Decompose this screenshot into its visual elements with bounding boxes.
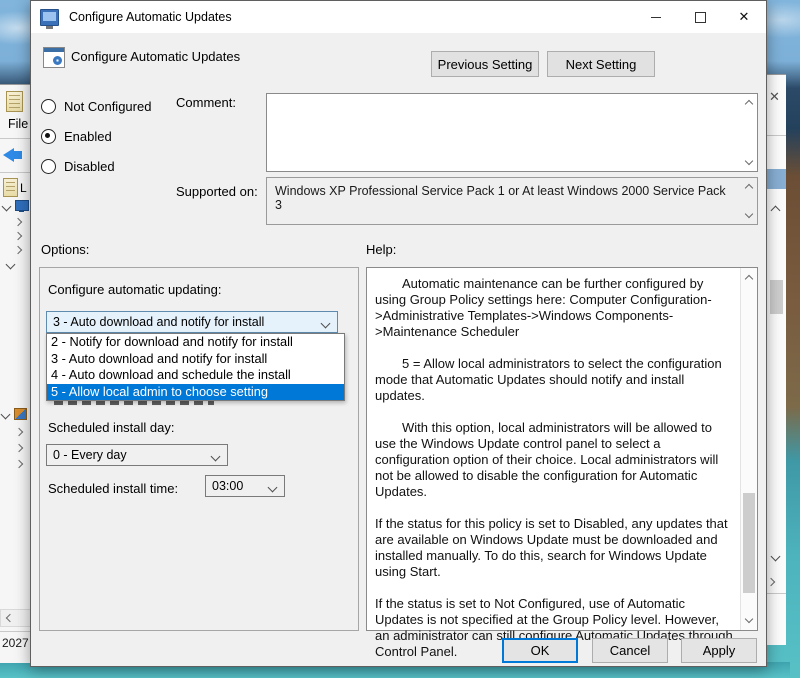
next-setting-button[interactable]: Next Setting <box>547 51 655 77</box>
background-window-left: File L 2027 s <box>0 84 30 663</box>
component-node-icon <box>14 408 27 420</box>
chevron-left-icon[interactable] <box>6 614 14 622</box>
chevron-down-icon[interactable] <box>1 410 11 420</box>
comment-label: Comment: <box>176 95 236 110</box>
chevron-up-icon[interactable] <box>745 184 753 192</box>
cancel-button[interactable]: Cancel <box>592 638 668 663</box>
computer-node-icon <box>15 200 29 211</box>
combobox-value: 0 - Every day <box>53 448 127 462</box>
chevron-right-icon[interactable] <box>14 218 22 226</box>
minimize-icon <box>651 17 661 18</box>
install-day-combobox[interactable]: 0 - Every day <box>46 444 228 466</box>
statusbar-divider <box>0 631 30 632</box>
maximize-icon <box>695 12 706 23</box>
radio-circle-icon <box>41 159 56 174</box>
chevron-up-icon[interactable] <box>745 275 753 283</box>
gpedit-app-icon <box>40 9 59 26</box>
chevron-down-icon <box>211 452 221 462</box>
supported-on-field: Windows XP Professional Service Pack 1 o… <box>266 177 758 225</box>
configure-updating-dropdown: 2 - Notify for download and notify for i… <box>46 333 345 401</box>
background-window-right: ✕ <box>765 74 786 645</box>
scroll-document-icon <box>6 91 23 112</box>
tree-item-label: L <box>20 181 27 195</box>
combobox-value: 3 - Auto download and notify for install <box>53 315 264 329</box>
combobox-value: 03:00 <box>212 479 243 493</box>
chevron-right-icon[interactable] <box>15 444 23 452</box>
chevron-down-icon[interactable] <box>2 202 12 212</box>
chevron-right-icon[interactable] <box>14 232 22 240</box>
policy-settings-dialog: Configure Automatic Updates ✕ Configure … <box>30 0 767 667</box>
scroll-document-icon <box>3 178 18 197</box>
install-time-label: Scheduled install time: <box>48 481 178 496</box>
scrollbar-thumb[interactable] <box>743 493 755 593</box>
help-text: Automatic maintenance can be further con… <box>375 276 733 676</box>
chevron-right-icon[interactable] <box>15 428 23 436</box>
scrollbar-thumb[interactable] <box>770 280 783 314</box>
radio-circle-icon <box>41 99 56 114</box>
setting-name: Configure Automatic Updates <box>71 49 240 64</box>
dropdown-option[interactable]: 4 - Auto download and schedule the insta… <box>47 367 344 384</box>
toolbar-divider <box>0 138 30 139</box>
radio-enabled[interactable]: Enabled <box>41 129 112 144</box>
chevron-down-icon[interactable] <box>6 260 16 270</box>
dropdown-option[interactable]: 2 - Notify for download and notify for i… <box>47 334 344 351</box>
help-section-label: Help: <box>366 242 396 257</box>
chevron-down-icon[interactable] <box>745 615 753 623</box>
chevron-down-icon[interactable] <box>745 157 753 165</box>
statusbar-divider <box>765 593 786 594</box>
apply-button[interactable]: Apply <box>681 638 757 663</box>
supported-on-label: Supported on: <box>176 184 258 199</box>
policy-setting-icon <box>43 47 65 68</box>
dropdown-option[interactable]: 3 - Auto download and notify for install <box>47 351 344 368</box>
configure-updating-label: Configure automatic updating: <box>48 282 221 297</box>
radio-label: Enabled <box>64 129 112 144</box>
chevron-right-icon[interactable] <box>14 246 22 254</box>
help-paragraph: With this option, local administrators w… <box>375 420 733 500</box>
chevron-down-icon[interactable] <box>771 552 781 562</box>
comment-input[interactable] <box>269 96 741 170</box>
selected-row-highlight <box>765 169 786 189</box>
help-paragraph: If the status for this policy is set to … <box>375 516 733 580</box>
options-section-label: Options: <box>41 242 89 257</box>
help-paragraph: 5 = Allow local administrators to select… <box>375 356 733 404</box>
options-panel: Configure automatic updating: 3 - Auto d… <box>39 267 359 631</box>
close-icon: ✕ <box>739 9 750 25</box>
radio-circle-checked-icon <box>41 129 56 144</box>
help-scrollbar[interactable] <box>740 268 757 630</box>
comment-field <box>266 93 758 172</box>
chevron-down-icon <box>321 319 331 329</box>
help-paragraph: Automatic maintenance can be further con… <box>375 276 733 340</box>
chevron-down-icon <box>268 483 278 493</box>
horizontal-scrollbar[interactable] <box>0 609 32 627</box>
radio-not-configured[interactable]: Not Configured <box>41 99 151 114</box>
radio-label: Disabled <box>64 159 115 174</box>
window-title: Configure Automatic Updates <box>69 10 232 24</box>
close-button[interactable]: ✕ <box>722 1 766 33</box>
help-box: Automatic maintenance can be further con… <box>366 267 758 631</box>
file-menu[interactable]: File <box>8 117 28 131</box>
title-bar: Configure Automatic Updates ✕ <box>31 1 766 33</box>
ok-button[interactable]: OK <box>502 638 578 663</box>
window-divider <box>765 135 786 136</box>
maximize-button[interactable] <box>678 1 722 33</box>
chevron-up-icon[interactable] <box>745 100 753 108</box>
configure-updating-combobox[interactable]: 3 - Auto download and notify for install <box>46 311 338 333</box>
install-day-label: Scheduled install day: <box>48 420 174 435</box>
minimize-button[interactable] <box>634 1 678 33</box>
toolbar-divider <box>0 172 30 173</box>
chevron-up-icon[interactable] <box>771 206 781 216</box>
chevron-down-icon[interactable] <box>745 210 753 218</box>
close-icon[interactable]: ✕ <box>769 89 780 105</box>
previous-setting-button[interactable]: Previous Setting <box>431 51 539 77</box>
chevron-right-icon[interactable] <box>15 460 23 468</box>
install-time-combobox[interactable]: 03:00 <box>205 475 285 497</box>
window-controls: ✕ <box>634 1 766 33</box>
radio-label: Not Configured <box>64 99 151 114</box>
dropdown-option-highlighted[interactable]: 5 - Allow local admin to choose setting <box>47 384 344 401</box>
radio-disabled[interactable]: Disabled <box>41 159 115 174</box>
obscured-text-fragment <box>54 401 214 405</box>
supported-on-value: Windows XP Professional Service Pack 1 o… <box>275 184 730 212</box>
chevron-right-icon[interactable] <box>767 578 775 586</box>
